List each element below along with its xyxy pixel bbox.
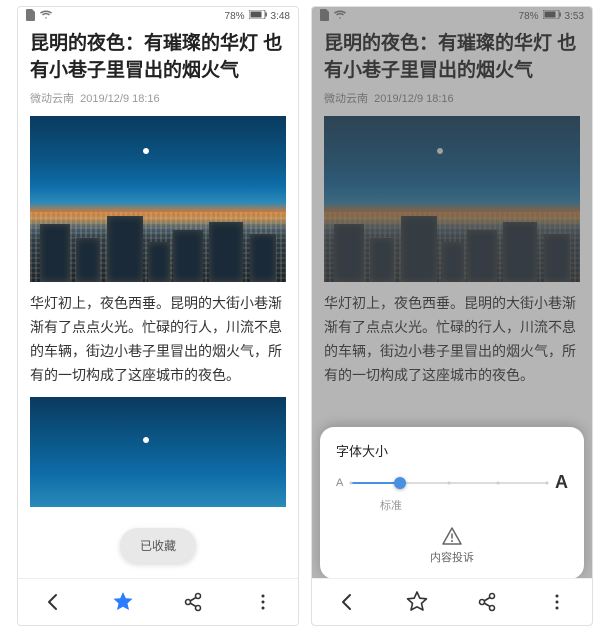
sheet-title: 字体大小 xyxy=(336,441,568,460)
bottom-navbar xyxy=(18,578,298,625)
back-button[interactable] xyxy=(327,582,367,622)
bookmark-star-button[interactable] xyxy=(103,582,143,622)
more-menu-button[interactable] xyxy=(243,582,283,622)
article-meta: 微动云南 2019/12/9 18:16 xyxy=(30,90,286,106)
article-body: 华灯初上，夜色西垂。昆明的大街小巷渐渐有了点点火光。忙碌的行人，川流不息的车辆，… xyxy=(30,292,286,387)
small-a-icon: A xyxy=(336,477,343,489)
wifi-icon xyxy=(40,10,52,23)
share-button[interactable] xyxy=(467,582,507,622)
font-size-slider[interactable]: A A xyxy=(336,472,568,493)
slider-track[interactable] xyxy=(351,482,547,484)
article-content: 昆明的夜色：有璀璨的华灯 也有小巷子里冒出的烟火气 微动云南 2019/12/9… xyxy=(18,25,298,578)
battery-icon xyxy=(249,10,267,22)
article-title: 昆明的夜色：有璀璨的华灯 也有小巷子里冒出的烟火气 xyxy=(30,31,286,84)
toast-bookmarked: 已收藏 xyxy=(120,528,196,563)
large-a-icon: A xyxy=(555,472,568,493)
secondary-image[interactable] xyxy=(30,397,286,507)
slider-thumb[interactable] xyxy=(394,477,406,489)
content-report-button[interactable]: 内容投诉 xyxy=(336,527,568,569)
warning-icon xyxy=(442,527,462,545)
more-menu-button[interactable] xyxy=(537,582,577,622)
font-size-sheet: 字体大小 A A 标准 内容投诉 xyxy=(320,427,584,579)
bottom-navbar xyxy=(312,578,592,625)
clock-time: 3:48 xyxy=(271,11,290,22)
phone-left: 78% 3:48 昆明的夜色：有璀璨的华灯 也有小巷子里冒出的烟火气 微动云南 … xyxy=(17,6,299,626)
doc-icon xyxy=(26,9,36,24)
back-button[interactable] xyxy=(33,582,73,622)
article-source: 微动云南 xyxy=(30,93,74,105)
article-date: 2019/12/9 18:16 xyxy=(80,93,160,105)
phone-right: 78% 3:53 昆明的夜色：有璀璨的华灯 也有小巷子里冒出的烟火气 微动云南 … xyxy=(311,6,593,626)
share-button[interactable] xyxy=(173,582,213,622)
font-size-current-label: 标准 xyxy=(380,497,568,513)
hero-image[interactable] xyxy=(30,116,286,282)
report-label: 内容投诉 xyxy=(430,549,474,565)
bookmark-star-button[interactable] xyxy=(397,582,437,622)
status-bar: 78% 3:48 xyxy=(18,7,298,25)
battery-percent: 78% xyxy=(225,11,245,22)
